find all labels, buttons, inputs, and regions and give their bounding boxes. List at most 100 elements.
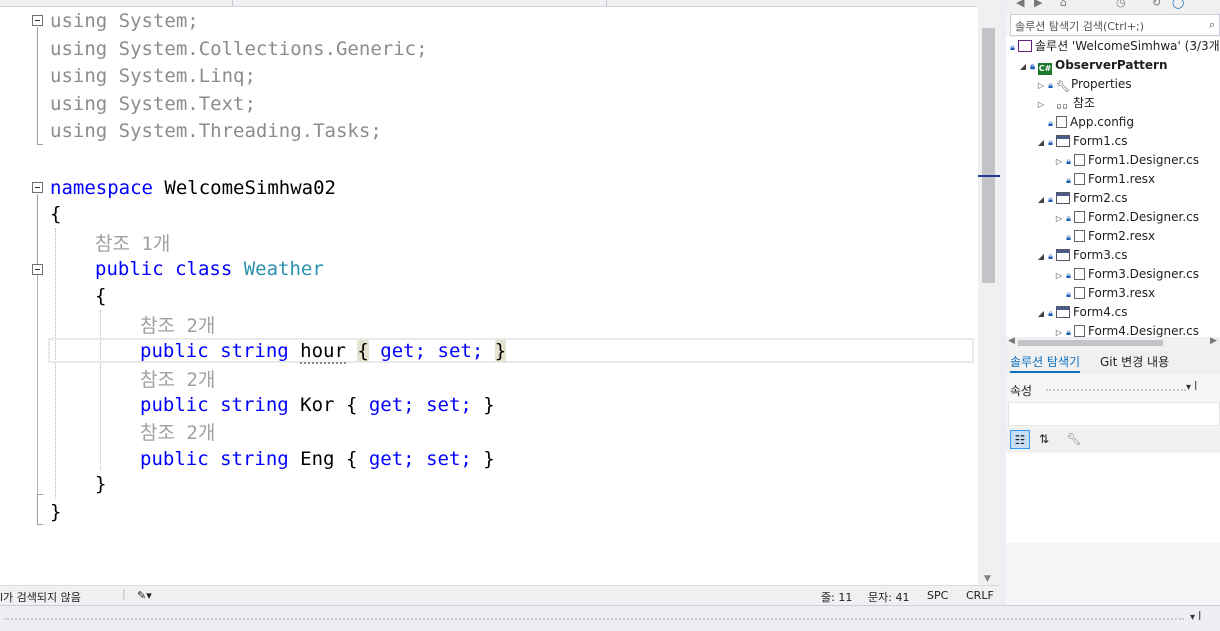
code-editor[interactable]: using System; using System.Collections.G… (0, 0, 978, 585)
properties-toolbar: ☷ ⇅ 🔧︎ (1006, 428, 1220, 452)
indent-mode-status[interactable]: SPC (927, 589, 948, 602)
tree-item-file[interactable]: ▷ 🔒︎ Form3.Designer.cs (1054, 265, 1199, 284)
collapsed-arrow-icon[interactable]: ▷ (1054, 266, 1064, 285)
line-number-status[interactable]: 줄: 11 (821, 589, 852, 605)
code-line-property-eng[interactable]: public string Eng { get; set; } (140, 446, 495, 474)
solution-icon (1018, 40, 1032, 52)
indent-guide (55, 228, 56, 498)
codelens-references[interactable]: 참조 2개 (140, 365, 215, 393)
code-line-using[interactable]: using System.Collections.Generic; (50, 36, 428, 64)
tree-item-form[interactable]: ◢ 🔒︎ Form1.cs (1036, 132, 1128, 151)
code-line-brace[interactable]: } (95, 471, 106, 499)
lock-icon: 🔒︎ (1010, 43, 1015, 53)
tab-solution-explorer[interactable]: 솔루션 탐색기 (1010, 353, 1081, 373)
tree-item-file[interactable]: 🔒︎ Form1.resx (1064, 170, 1155, 189)
code-line-using[interactable]: using System.Linq; (50, 63, 256, 91)
expanded-arrow-icon[interactable]: ◢ (1036, 304, 1046, 323)
code-line-using[interactable]: using System; (50, 8, 199, 36)
code-line-class[interactable]: public class Weather (95, 256, 324, 284)
collapsed-arrow-icon[interactable]: ▷ (1036, 76, 1046, 95)
csharp-project-icon: C# (1038, 63, 1052, 75)
solution-explorer-tabs: 솔루션 탐색기 Git 변경 내용 (1006, 350, 1220, 374)
collapsed-arrow-icon[interactable]: ▷ (1054, 323, 1064, 337)
sync-icon[interactable]: ↻ (1152, 0, 1161, 9)
tree-item-file[interactable]: ▷ 🔒︎ Form2.Designer.cs (1054, 208, 1199, 227)
history-icon[interactable]: ◷ (1116, 0, 1126, 9)
code-line-property-hour[interactable]: public string hour { get; set; } (140, 338, 507, 366)
expanded-arrow-icon[interactable]: ◢ (1036, 190, 1046, 209)
expanded-arrow-icon[interactable]: ◢ (1036, 247, 1046, 266)
bottom-panel-header: ▾ ꟾ (0, 605, 1220, 631)
scrollbar-thumb[interactable] (1018, 340, 1163, 346)
file-icon (1074, 268, 1085, 280)
form-icon (1056, 192, 1070, 204)
collapse-namespace-button[interactable] (32, 182, 43, 193)
tree-item-file[interactable]: 🔒︎ App.config (1046, 113, 1134, 132)
tree-item-properties[interactable]: ▷ 🔒︎ 🔧︎Properties (1036, 75, 1132, 94)
solution-tree-horizontal-scrollbar[interactable]: ◀ ▶ (1006, 336, 1220, 349)
tree-item-project[interactable]: ◢ 🔒︎ C# ObserverPattern (1018, 56, 1168, 75)
collapse-class-button[interactable] (32, 264, 43, 275)
codelens-references[interactable]: 참조 1개 (95, 229, 170, 257)
property-pages-wrench-icon[interactable]: 🔧︎ (1064, 430, 1084, 449)
expanded-arrow-icon[interactable]: ◢ (1018, 57, 1028, 76)
tab-git-changes[interactable]: Git 변경 내용 (1100, 353, 1169, 371)
panel-options-buttons[interactable]: ▾ ꟾ (1186, 382, 1197, 393)
code-cleanup-icon[interactable]: ✎▾ (137, 589, 152, 602)
fold-line (37, 276, 38, 494)
panel-drag-grip[interactable] (1046, 389, 1186, 391)
file-icon (1074, 211, 1085, 223)
line-ending-status[interactable]: CRLF (966, 589, 994, 602)
panel-drag-grip[interactable] (4, 618, 1184, 620)
collapsed-arrow-icon[interactable]: ▷ (1054, 152, 1064, 171)
code-line-namespace[interactable]: namespace WelcomeSimhwa02 (50, 175, 336, 203)
caret-position-marker (978, 175, 1000, 177)
editor-vertical-scrollbar[interactable]: ▼ (978, 0, 1000, 585)
search-icon: ⌕ (1209, 18, 1216, 31)
tree-item-form[interactable]: ◢ 🔒︎ Form2.cs (1036, 189, 1128, 208)
column-number-status[interactable]: 문자: 41 (868, 589, 909, 605)
code-line-using[interactable]: using System.Threading.Tasks; (50, 118, 382, 146)
refresh-icon[interactable]: ◯ (1172, 0, 1184, 9)
collapse-usings-button[interactable] (32, 15, 43, 26)
codelens-references[interactable]: 참조 2개 (140, 418, 215, 446)
back-icon[interactable]: ◀ (1016, 0, 1024, 9)
solution-explorer-toolbar[interactable]: ◀ ▶ ⌂ ◷ ↻ ◯ (1006, 0, 1220, 14)
tree-item-form[interactable]: ◢ 🔒︎ Form3.cs (1036, 246, 1128, 265)
code-line-brace[interactable]: } (50, 499, 61, 527)
tree-item-file[interactable]: ▷ 🔒︎ Form4.Designer.cs (1054, 322, 1199, 337)
codelens-references[interactable]: 참조 2개 (140, 311, 215, 339)
wrench-icon: 🔧︎ (1056, 80, 1070, 93)
scroll-down-arrow-icon[interactable]: ▼ (984, 574, 991, 584)
properties-object-selector[interactable] (1008, 402, 1220, 426)
tree-item-form[interactable]: ◢ 🔒︎ Form4.cs (1036, 303, 1128, 322)
collapsed-arrow-icon[interactable]: ▷ (1054, 209, 1064, 228)
collapsed-arrow-icon[interactable]: ▷ (1036, 95, 1046, 114)
properties-grid[interactable] (1006, 453, 1220, 543)
form-icon (1056, 249, 1070, 261)
code-line-property-kor[interactable]: public string Kor { get; set; } (140, 392, 495, 420)
scrollbar-thumb[interactable] (982, 28, 995, 283)
expanded-arrow-icon[interactable]: ◢ (1036, 133, 1046, 152)
issues-status[interactable]: l가 검색되지 않음 (0, 589, 81, 605)
alphabetical-sort-icon[interactable]: ⇅ (1034, 430, 1054, 449)
tree-item-file[interactable]: 🔒︎ Form3.resx (1064, 284, 1155, 303)
home-icon[interactable]: ⌂ (1060, 0, 1067, 9)
code-line-brace[interactable]: { (50, 201, 61, 229)
fold-end (37, 494, 43, 495)
tree-item-references[interactable]: ▷ ▫▫ 참조 (1036, 94, 1095, 113)
solution-explorer-search-input[interactable]: 솔루션 탐색기 검색(Ctrl+;) ⌕ (1010, 14, 1220, 36)
tree-item-solution[interactable]: 🔒︎ 솔루션 'WelcomeSimhwa' (3/3개 (1008, 37, 1220, 56)
file-icon (1074, 154, 1085, 166)
tree-item-file[interactable]: ▷ 🔒︎ Form1.Designer.cs (1054, 151, 1199, 170)
document-tab-strip[interactable] (0, 0, 978, 7)
tree-item-file[interactable]: 🔒︎ Form2.resx (1064, 227, 1155, 246)
solution-tree[interactable]: 🔒︎ 솔루션 'WelcomeSimhwa' (3/3개 ◢ 🔒︎ C# Observe… (1006, 37, 1220, 337)
code-line-using[interactable]: using System.Text; (50, 91, 256, 119)
scroll-left-arrow-icon[interactable]: ◀ (1008, 336, 1015, 346)
scroll-right-arrow-icon[interactable]: ▶ (1210, 336, 1217, 346)
code-line-brace[interactable]: { (95, 283, 106, 311)
panel-options-buttons[interactable]: ▾ ꟾ (1190, 612, 1201, 623)
categorized-view-icon[interactable]: ☷ (1010, 430, 1030, 449)
forward-icon[interactable]: ▶ (1034, 0, 1042, 9)
